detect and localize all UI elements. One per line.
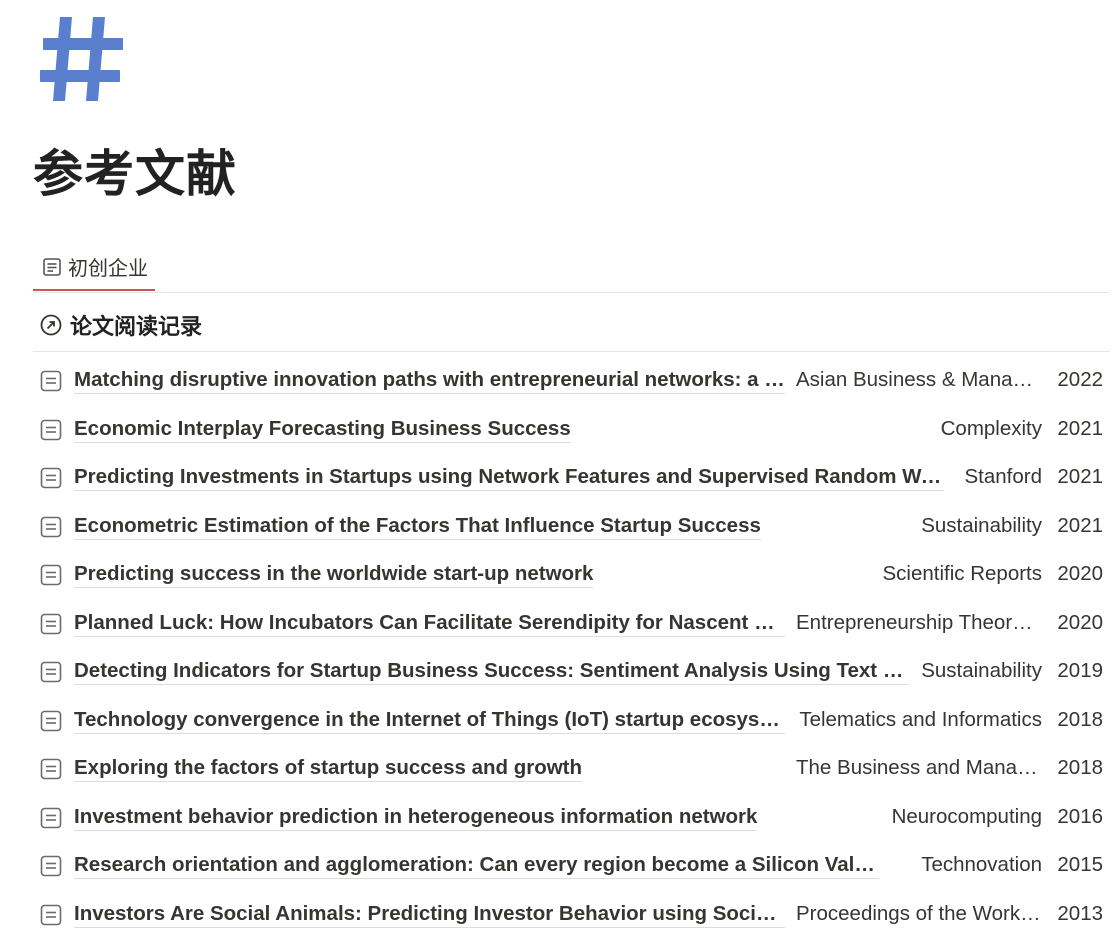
tab-startups[interactable]: 初创企业 bbox=[33, 244, 155, 291]
page-icon bbox=[40, 613, 62, 635]
paper-year: 2018 bbox=[1057, 707, 1103, 732]
list-item[interactable]: Predicting Investments in Startups using… bbox=[33, 454, 1110, 503]
paper-year: 2022 bbox=[1057, 367, 1103, 392]
paper-title[interactable]: Technology convergence in the Internet o… bbox=[74, 707, 785, 734]
database-header: 论文阅读记录 bbox=[33, 298, 1110, 352]
list-item[interactable]: Economic Interplay Forecasting Business … bbox=[33, 406, 1110, 455]
list-item[interactable]: Detecting Indicators for Startup Busines… bbox=[33, 648, 1110, 697]
page-icon bbox=[40, 419, 62, 441]
list-item[interactable]: Investment behavior prediction in hetero… bbox=[33, 794, 1110, 843]
paper-year: 2016 bbox=[1057, 804, 1103, 829]
list-item[interactable]: Econometric Estimation of the Factors Th… bbox=[33, 503, 1110, 552]
paper-journal: Proceedings of the Works… bbox=[796, 901, 1042, 926]
arrow-up-right-circle-icon[interactable] bbox=[40, 314, 62, 336]
hash-icon bbox=[38, 14, 128, 104]
paper-journal: Entrepreneurship Theory … bbox=[796, 610, 1042, 635]
list-item[interactable]: Investors Are Social Animals: Predicting… bbox=[33, 891, 1110, 939]
page-icon bbox=[40, 807, 62, 829]
list-item[interactable]: Matching disruptive innovation paths wit… bbox=[33, 357, 1110, 406]
paper-title[interactable]: Detecting Indicators for Startup Busines… bbox=[74, 658, 909, 685]
paper-journal: Stanford bbox=[965, 464, 1043, 489]
paper-journal: Technovation bbox=[921, 852, 1042, 877]
page-title: 参考文献 bbox=[33, 134, 237, 206]
paper-title[interactable]: Predicting Investments in Startups using… bbox=[74, 464, 944, 491]
paper-list: Matching disruptive innovation paths wit… bbox=[33, 357, 1110, 939]
page-icon bbox=[42, 257, 62, 277]
page-icon bbox=[40, 855, 62, 877]
database-title[interactable]: 论文阅读记录 bbox=[70, 309, 202, 341]
page-icon bbox=[40, 516, 62, 538]
paper-journal: Complexity bbox=[941, 416, 1042, 441]
view-tabs: 初创企业 bbox=[33, 244, 1110, 293]
paper-title[interactable]: Research orientation and agglomeration: … bbox=[74, 852, 879, 879]
paper-title[interactable]: Economic Interplay Forecasting Business … bbox=[74, 416, 571, 443]
paper-year: 2021 bbox=[1057, 416, 1103, 441]
page-icon bbox=[40, 758, 62, 780]
paper-year: 2015 bbox=[1057, 852, 1103, 877]
list-item[interactable]: Research orientation and agglomeration: … bbox=[33, 842, 1110, 891]
paper-title[interactable]: Exploring the factors of startup success… bbox=[74, 755, 582, 782]
paper-journal: The Business and Manag… bbox=[796, 755, 1042, 780]
paper-journal: Neurocomputing bbox=[892, 804, 1042, 829]
list-item[interactable]: Predicting success in the worldwide star… bbox=[33, 551, 1110, 600]
paper-title[interactable]: Investment behavior prediction in hetero… bbox=[74, 804, 757, 831]
page-icon bbox=[40, 467, 62, 489]
paper-journal: Asian Business & Manage… bbox=[796, 367, 1042, 392]
paper-journal: Sustainability bbox=[921, 658, 1042, 683]
paper-year: 2019 bbox=[1057, 658, 1103, 683]
list-item[interactable]: Exploring the factors of startup success… bbox=[33, 745, 1110, 794]
paper-journal: Scientific Reports bbox=[882, 561, 1042, 586]
page-icon bbox=[40, 710, 62, 732]
paper-title[interactable]: Matching disruptive innovation paths wit… bbox=[74, 367, 785, 394]
page-icon bbox=[40, 904, 62, 926]
paper-year: 2020 bbox=[1057, 610, 1103, 635]
list-item[interactable]: Technology convergence in the Internet o… bbox=[33, 697, 1110, 746]
paper-journal: Telematics and Informatics bbox=[799, 707, 1042, 732]
paper-year: 2018 bbox=[1057, 755, 1103, 780]
paper-year: 2020 bbox=[1057, 561, 1103, 586]
paper-year: 2021 bbox=[1057, 513, 1103, 538]
paper-journal: Sustainability bbox=[921, 513, 1042, 538]
list-item[interactable]: Planned Luck: How Incubators Can Facilit… bbox=[33, 600, 1110, 649]
paper-year: 2013 bbox=[1057, 901, 1103, 926]
page-icon bbox=[40, 370, 62, 392]
paper-title[interactable]: Econometric Estimation of the Factors Th… bbox=[74, 513, 761, 540]
paper-year: 2021 bbox=[1057, 464, 1103, 489]
page-icon bbox=[40, 564, 62, 586]
page-icon bbox=[40, 661, 62, 683]
paper-title[interactable]: Predicting success in the worldwide star… bbox=[74, 561, 593, 588]
paper-title[interactable]: Investors Are Social Animals: Predicting… bbox=[74, 901, 785, 928]
paper-title[interactable]: Planned Luck: How Incubators Can Facilit… bbox=[74, 610, 785, 637]
tab-label: 初创企业 bbox=[68, 252, 148, 281]
